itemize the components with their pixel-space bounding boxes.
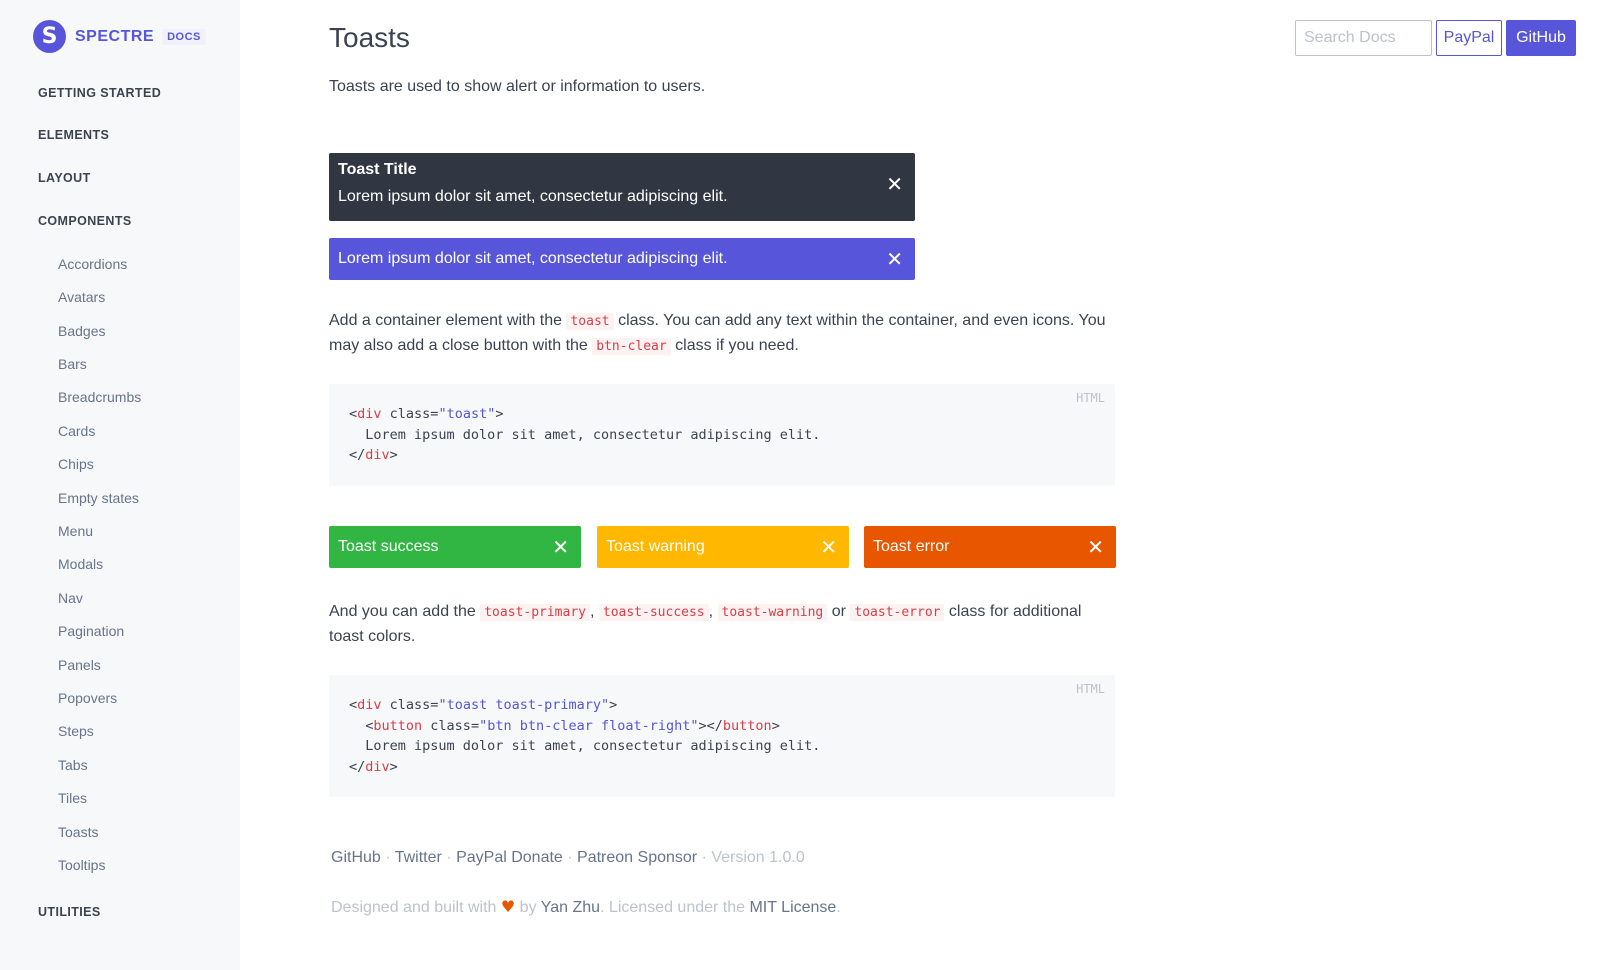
author-link[interactable]: Yan Zhu: [541, 899, 600, 916]
sidebar-item-bars[interactable]: Bars: [58, 356, 87, 372]
sidebar-item-menu[interactable]: Menu: [58, 523, 93, 539]
close-icon[interactable]: ✕: [552, 537, 569, 557]
toast-body: Toast warning: [606, 538, 705, 555]
inline-code: toast-success: [598, 604, 709, 621]
sidebar-item-chips[interactable]: Chips: [58, 456, 94, 472]
sidebar-section-elements[interactable]: ELEMENTS: [38, 128, 109, 142]
sidebar-item-tiles[interactable]: Tiles: [58, 790, 87, 806]
sidebar-item-panels[interactable]: Panels: [58, 657, 101, 673]
toast-primary-example: Lorem ipsum dolor sit amet, consectetur …: [329, 238, 915, 280]
toast-dark-example: Toast Title Lorem ipsum dolor sit amet, …: [329, 153, 915, 221]
sidebar-item-empty-states[interactable]: Empty states: [58, 490, 139, 506]
footer-links: GitHub · Twitter · PayPal Donate · Patre…: [331, 849, 805, 866]
toast-body: Lorem ipsum dolor sit amet, consectetur …: [338, 188, 728, 205]
toast-description: Add a container element with the toast c…: [329, 309, 1119, 359]
sidebar-item-accordions[interactable]: Accordions: [58, 256, 127, 272]
sidebar-section-utilities[interactable]: UTILITIES: [38, 905, 101, 919]
text: class if you need.: [670, 337, 799, 354]
code-language-label: HTML: [1076, 682, 1105, 696]
sidebar-item-badges[interactable]: Badges: [58, 323, 105, 339]
sidebar-section-getting-started[interactable]: GETTING STARTED: [38, 86, 161, 100]
sidebar-item-breadcrumbs[interactable]: Breadcrumbs: [58, 389, 141, 405]
code-language-label: HTML: [1076, 391, 1105, 405]
page-lead: Toasts are used to show alert or informa…: [329, 78, 706, 95]
sidebar-item-nav[interactable]: Nav: [58, 590, 83, 606]
inline-code: toast: [566, 313, 614, 330]
sidebar-item-pagination[interactable]: Pagination: [58, 623, 124, 639]
paypal-button[interactable]: PayPal: [1436, 20, 1502, 56]
version-label: Version 1.0.0: [711, 849, 805, 866]
github-button[interactable]: GitHub: [1506, 20, 1576, 56]
toast-success-example: Toast success ✕: [329, 526, 581, 568]
brand-name: SPECTRE: [75, 27, 155, 45]
toast-colors-description: And you can add the toast-primary, toast…: [329, 603, 1082, 645]
sidebar-section-layout[interactable]: LAYOUT: [38, 171, 91, 185]
license-link[interactable]: MIT License: [749, 899, 836, 916]
sidebar-item-tabs[interactable]: Tabs: [58, 757, 88, 773]
toast-error-example: Toast error ✕: [864, 526, 1116, 568]
footer-link-patreon[interactable]: Patreon Sponsor: [577, 849, 697, 866]
sidebar-item-modals[interactable]: Modals: [58, 556, 103, 572]
page-title: Toasts: [329, 22, 410, 53]
toast-body: Lorem ipsum dolor sit amet, consectetur …: [338, 250, 728, 267]
code-snippet-toast-primary[interactable]: HTML <div class="toast toast-primary"> <b…: [329, 675, 1115, 797]
close-icon[interactable]: ✕: [1087, 537, 1104, 557]
toast-body: Toast error: [873, 538, 950, 555]
heart-icon: ♥: [500, 897, 516, 916]
search-input[interactable]: [1295, 20, 1432, 56]
inline-code: toast-error: [850, 604, 945, 621]
docs-badge: DOCS: [162, 28, 206, 45]
code-snippet-toast[interactable]: HTML <div class="toast"> Lorem ipsum dolo…: [329, 384, 1115, 486]
close-icon[interactable]: ✕: [886, 174, 903, 194]
text: Add a container element with the: [329, 312, 567, 329]
sidebar-item-avatars[interactable]: Avatars: [58, 289, 105, 305]
sidebar-section-components[interactable]: COMPONENTS: [38, 214, 132, 228]
toast-body: Toast success: [338, 538, 439, 555]
inline-code: btn-clear: [592, 338, 671, 355]
footer-link-paypal-donate[interactable]: PayPal Donate: [456, 849, 563, 866]
footer-link-github[interactable]: GitHub: [331, 849, 381, 866]
spectre-logo-icon: S: [33, 20, 66, 53]
inline-code: toast-warning: [717, 604, 828, 621]
brand[interactable]: S SPECTRE DOCS: [33, 20, 206, 53]
sidebar-item-popovers[interactable]: Popovers: [58, 690, 117, 706]
sidebar-item-cards[interactable]: Cards: [58, 423, 95, 439]
close-icon[interactable]: ✕: [820, 537, 837, 557]
toast-title: Toast Title: [338, 161, 417, 178]
sidebar-item-tooltips[interactable]: Tooltips: [58, 857, 105, 873]
footer-link-twitter[interactable]: Twitter: [395, 849, 442, 866]
sidebar-item-steps[interactable]: Steps: [58, 723, 94, 739]
close-icon[interactable]: ✕: [886, 249, 903, 269]
sidebar: S SPECTRE DOCS GETTING STARTED ELEMENTS …: [0, 0, 240, 970]
sidebar-item-toasts[interactable]: Toasts: [58, 824, 98, 840]
inline-code: toast-primary: [480, 604, 590, 621]
text: And you can add the: [329, 603, 481, 620]
toast-warning-example: Toast warning ✕: [597, 526, 849, 568]
footer-credit: Designed and built with ♥ by Yan Zhu. Li…: [331, 897, 841, 916]
